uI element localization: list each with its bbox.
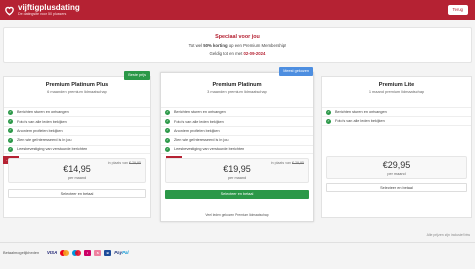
check-icon: ✓	[165, 119, 170, 125]
feature-item: ✓ Berichten sturen en ontvangen	[161, 107, 313, 116]
visa-icon: VISA	[47, 250, 58, 255]
feature-item: ✓ Zien wie geïnteresseerd is in jou	[4, 135, 150, 144]
plan-card-platinum: Meest gekozen Premium Platinum 3 maanden…	[160, 67, 314, 222]
sofort-icon: S	[94, 249, 102, 256]
price-box: in plaats van € 29,95 €14,95 per maand	[8, 158, 146, 183]
check-icon: ✓	[165, 109, 170, 115]
mastercard-icon	[60, 249, 70, 256]
select-pay-button[interactable]: Selecteer en betaal	[326, 183, 467, 192]
vat-note: Alle prijzen zijn inclusief btw	[426, 233, 470, 237]
check-icon: ✓	[8, 128, 13, 134]
check-icon: ✓	[8, 146, 13, 152]
plan-card-platinum-plus: Beste prijs Premium Platinum Plus 6 maan…	[3, 71, 151, 218]
bancontact-icon: B	[104, 249, 112, 256]
select-pay-button[interactable]: Selecteer en betaal	[165, 190, 309, 199]
plan-title: Premium Platinum	[212, 82, 262, 88]
price-period: per maand	[387, 172, 406, 176]
ideal-icon: i	[84, 249, 92, 256]
price-box: in plaats van € 29,95 €19,95 per maand	[165, 158, 309, 183]
feature-item: ✓ Leesbevestiging van verstuurde berichte…	[161, 144, 313, 154]
promo-banner: Speciaal voor jou Tot wel 50% korting op…	[3, 27, 472, 63]
check-icon: ✓	[165, 146, 170, 152]
feature-item: ✓ Anoniem profielen bekijken	[161, 125, 313, 135]
plan-price: €29,95	[382, 160, 411, 170]
feature-item: ✓ Leesbevestiging van verstuurde berichte…	[4, 144, 150, 154]
feature-item: ✓ Foto's van alle leden bekijken	[4, 116, 150, 125]
promo-title: Speciaal voor jou	[215, 34, 260, 40]
footer-divider	[0, 242, 475, 243]
plan-subtitle: 6 maanden premium lidmaatschap	[47, 89, 107, 94]
check-icon: ✓	[165, 137, 170, 143]
feature-list: ✓ Berichten sturen en ontvangen ✓ Foto's v…	[322, 107, 471, 126]
promo-validity: Geldig tot en met 02-09-2024	[209, 51, 266, 56]
plan-subtitle: 3 maanden premium lidmaatschap	[207, 89, 267, 94]
feature-item: ✓ Berichten sturen en ontvangen	[4, 107, 150, 116]
check-icon: ✓	[8, 109, 13, 115]
price-period: per maand	[227, 176, 247, 180]
check-icon: ✓	[8, 137, 13, 143]
feature-list: ✓ Berichten sturen en ontvangen ✓ Foto's v…	[161, 107, 313, 154]
feature-item: ✓ Anoniem profielen bekijken	[4, 125, 150, 135]
logo-name: vijftigplusdating	[18, 2, 80, 12]
plan-note: Veel leden gekozen Premium lidmaatschap	[205, 213, 269, 217]
feature-item: ✓ Berichten sturen en ontvangen	[322, 107, 471, 116]
most-chosen-badge: Meest gekozen	[279, 67, 313, 76]
check-icon: ✓	[165, 128, 170, 134]
logo-tagline: De datingsite voor 50 plussers	[18, 11, 67, 16]
select-pay-button[interactable]: Selecteer en betaal	[8, 189, 146, 198]
price-period: per maand	[67, 176, 87, 180]
heart-icon	[5, 6, 14, 15]
plan-title: Premium Platinum Plus	[45, 82, 109, 88]
promo-line: Tot wel 50% korting op een Premium Membe…	[188, 43, 287, 48]
check-icon: ✓	[326, 118, 331, 124]
plan-subtitle: 1 maand premium lidmaatschap	[368, 89, 425, 94]
check-icon: ✓	[326, 109, 331, 115]
plan-price: €14,95	[63, 164, 91, 174]
plan-price: €19,95	[223, 164, 251, 174]
feature-item: ✓ Foto's van alle leden bekijken	[322, 116, 471, 126]
maestro-icon	[72, 249, 82, 256]
payment-methods: VISA i S B PayPal	[47, 249, 129, 256]
check-icon: ✓	[8, 119, 13, 125]
feature-list: ✓ Berichten sturen en ontvangen ✓ Foto's v…	[4, 107, 150, 154]
top-bar: vijftigplusdating De datingsite voor 50 …	[0, 0, 475, 20]
best-price-badge: Beste prijs	[124, 71, 150, 80]
site-logo[interactable]: vijftigplusdating De datingsite voor 50 …	[4, 2, 80, 18]
paypal-icon: PayPal	[114, 250, 129, 255]
payment-label: Betaalmogelijkheden	[3, 250, 40, 255]
plan-title: Premium Lite	[378, 82, 415, 88]
back-button[interactable]: Terug	[447, 5, 468, 15]
feature-item: ✓ Foto's van alle leden bekijken	[161, 116, 313, 125]
plan-card-lite: Premium Lite 1 maand premium lidmaatscha…	[321, 76, 472, 218]
price-box: €29,95 per maand	[326, 156, 467, 179]
feature-item: ✓ Zien wie geïnteresseerd is in jou	[161, 135, 313, 144]
